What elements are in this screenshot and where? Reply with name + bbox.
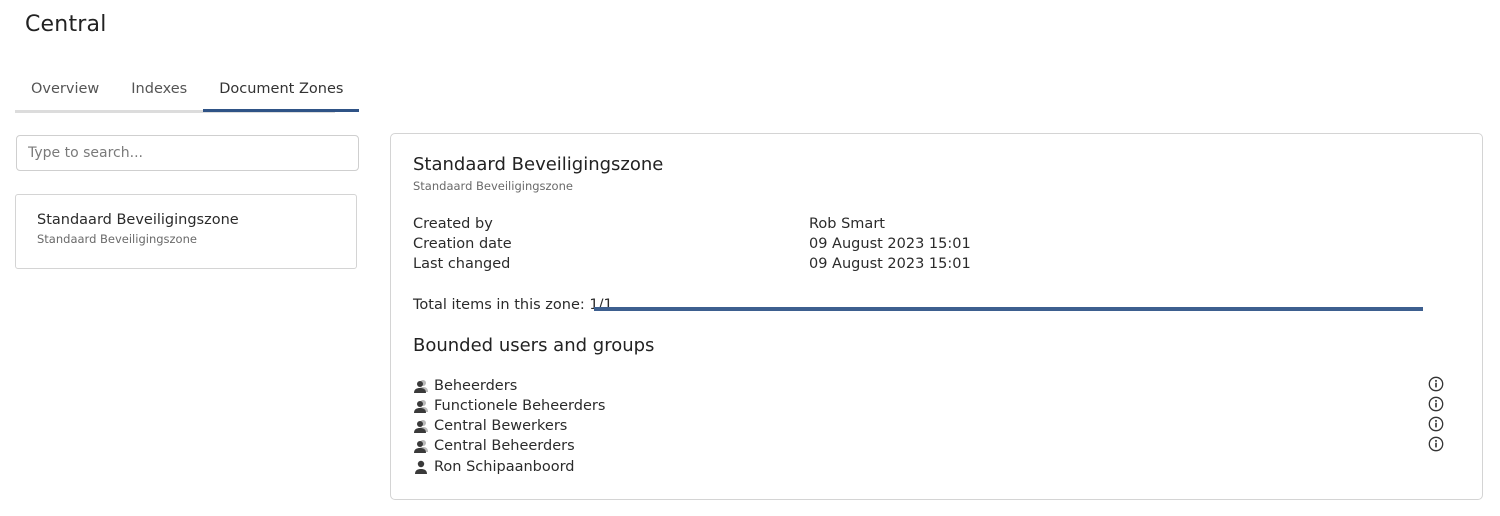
zone-detail-subtitle: Standaard Beveiligingszone bbox=[413, 179, 573, 193]
meta-value-creation-date: 09 August 2023 15:01 bbox=[809, 236, 971, 252]
total-items-label: Total items in this zone: 1/1 bbox=[413, 297, 613, 313]
tab-indexes[interactable]: Indexes bbox=[115, 73, 203, 113]
member-name: Beheerders bbox=[434, 378, 518, 394]
meta-value-created-by: Rob Smart bbox=[809, 216, 885, 232]
tab-overview[interactable]: Overview bbox=[15, 73, 115, 113]
zone-progress-bar bbox=[594, 307, 1423, 311]
meta-label-last-changed: Last changed bbox=[413, 256, 511, 272]
meta-label-creation-date: Creation date bbox=[413, 236, 512, 252]
info-icon[interactable] bbox=[1428, 376, 1444, 392]
meta-value-last-changed: 09 August 2023 15:01 bbox=[809, 256, 971, 272]
member-name: Central Bewerkers bbox=[434, 418, 568, 434]
member-item: Central Bewerkers bbox=[413, 416, 567, 436]
tab-bar: Overview Indexes Document Zones bbox=[15, 73, 360, 114]
meta-label-created-by: Created by bbox=[413, 216, 493, 232]
member-item: Ron Schipaanboord bbox=[413, 457, 575, 477]
info-icon[interactable] bbox=[1428, 396, 1444, 412]
member-item: Beheerders bbox=[413, 376, 517, 396]
group-icon bbox=[414, 420, 428, 433]
info-icon[interactable] bbox=[1428, 416, 1444, 432]
zone-detail-title: Standaard Beveiligingszone bbox=[413, 154, 664, 175]
member-name: Central Beheerders bbox=[434, 438, 575, 454]
zone-detail-panel: Standaard Beveiligingszone Standaard Bev… bbox=[390, 133, 1483, 500]
member-name: Functionele Beheerders bbox=[434, 398, 606, 414]
zone-list-item-title: Standaard Beveiligingszone bbox=[37, 212, 239, 228]
info-icon[interactable] bbox=[1428, 436, 1444, 452]
member-item: Central Beheerders bbox=[413, 436, 575, 456]
tab-document-zones[interactable]: Document Zones bbox=[203, 73, 360, 113]
member-name: Ron Schipaanboord bbox=[434, 459, 575, 475]
zone-list-item[interactable]: Standaard Beveiligingszone Standaard Bev… bbox=[15, 194, 357, 269]
member-item: Functionele Beheerders bbox=[413, 396, 605, 416]
user-icon bbox=[415, 460, 427, 474]
zone-list-item-subtitle: Standaard Beveiligingszone bbox=[37, 232, 197, 246]
group-icon bbox=[414, 400, 428, 413]
app-title: Central bbox=[25, 12, 107, 37]
search-input[interactable] bbox=[16, 135, 359, 171]
bounded-users-title: Bounded users and groups bbox=[413, 335, 655, 356]
group-icon bbox=[414, 380, 428, 393]
group-icon bbox=[414, 440, 428, 453]
zone-progress-fill bbox=[594, 307, 1423, 311]
